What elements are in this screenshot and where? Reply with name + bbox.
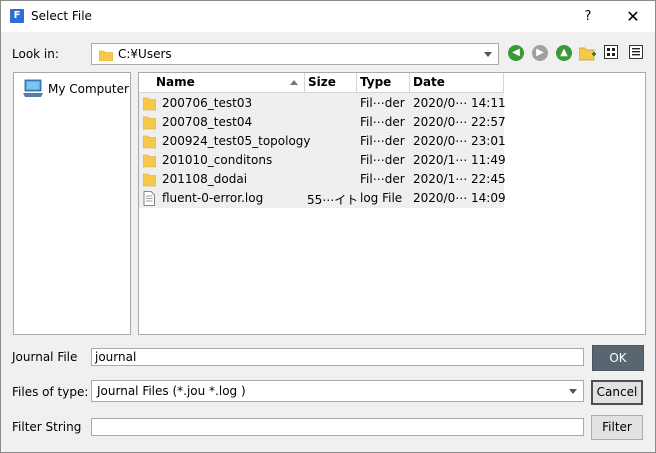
folder-icon [143,154,156,168]
file-date: 2020/0⋯ 14:09 [413,191,506,205]
files-of-type-value: Journal Files (*.jou *.log ) [97,384,246,398]
table-row[interactable]: 201010_conditons Fil⋯der 2020/1⋯ 11:49 [139,151,506,170]
folder-icon [99,50,113,61]
file-icon [143,191,155,206]
journal-file-label: Journal File [12,350,78,364]
select-file-dialog: F Select File ? ✕ Look in: C:¥Users ◀ ▶ … [0,0,656,453]
file-type: Fil⋯der [360,153,405,167]
look-in-combo[interactable]: C:¥Users [91,43,499,65]
folder-icon [143,97,156,111]
table-row[interactable]: 200708_test04 Fil⋯der 2020/0⋯ 22:57 [139,113,506,132]
chevron-down-icon[interactable] [569,389,577,394]
filter-string-label: Filter String [12,420,82,434]
file-type: Fil⋯der [360,134,405,148]
file-date: 2020/1⋯ 11:49 [413,153,506,167]
file-date: 2020/0⋯ 23:01 [413,134,506,148]
file-date: 2020/0⋯ 22:57 [413,115,506,129]
file-date: 2020/0⋯ 14:11 [413,96,506,110]
sort-ascending-icon [290,80,298,85]
look-in-value: C:¥Users [118,47,172,61]
forward-icon[interactable]: ▶ [532,45,548,61]
back-icon[interactable]: ◀ [508,45,524,61]
chevron-down-icon[interactable] [484,52,492,57]
folder-icon [143,173,156,187]
filter-button[interactable]: Filter [591,415,643,440]
file-type: Fil⋯der [360,172,405,186]
file-type: log File [360,191,403,205]
file-name: fluent-0-error.log [162,191,264,205]
new-folder-icon[interactable] [579,45,597,61]
files-of-type-combo[interactable]: Journal Files (*.jou *.log ) [91,380,584,402]
filter-string-input[interactable] [91,418,584,436]
file-type: Fil⋯der [360,96,405,110]
detail-view-icon[interactable] [629,45,643,59]
column-header-type[interactable]: Type [357,73,410,93]
file-name: 200708_test04 [162,115,253,129]
app-icon: F [10,9,24,23]
table-row[interactable]: 200706_test03 Fil⋯der 2020/0⋯ 14:11 [139,94,506,113]
file-name: 201010_conditons [162,153,273,167]
file-date: 2020/1⋯ 22:45 [413,172,506,186]
column-header-date[interactable]: Date Modified [410,73,504,108]
cancel-button[interactable]: Cancel [591,380,643,405]
folder-icon [143,135,156,149]
file-name: 201108_dodai [162,172,248,186]
close-button[interactable]: ✕ [623,7,643,27]
table-row[interactable]: fluent-0-error.log 55⋯イト log File 2020/0⋯ 1… [139,189,506,208]
file-size: 55⋯イト [307,193,359,207]
file-name: 200924_test05_topology [162,134,311,148]
journal-file-input[interactable]: journal [91,348,584,366]
file-name: 200706_test03 [162,96,253,110]
up-icon[interactable]: ▲ [556,45,572,61]
table-row[interactable]: 201108_dodai Fil⋯der 2020/1⋯ 22:45 [139,170,506,189]
ok-button[interactable]: OK [592,345,644,371]
list-view-icon[interactable] [604,45,618,59]
sidebar: My Computer [13,72,131,335]
file-list: Name Size Type Date Modified 200706_test… [138,72,646,335]
title-bar: F Select File ? ✕ [1,1,655,32]
window-title: Select File [31,9,92,23]
column-header-name[interactable]: Name [139,73,305,93]
files-of-type-label: Files of type: [12,385,89,399]
table-row[interactable]: 200924_test05_topology Fil⋯der 2020/0⋯ 23:… [139,132,506,151]
file-type: Fil⋯der [360,115,405,129]
folder-icon [143,116,156,130]
look-in-label: Look in: [12,47,59,61]
computer-icon [23,79,43,97]
column-header-size[interactable]: Size [305,73,357,93]
help-button[interactable]: ? [579,7,597,27]
sidebar-item-my-computer[interactable]: My Computer [48,82,129,96]
